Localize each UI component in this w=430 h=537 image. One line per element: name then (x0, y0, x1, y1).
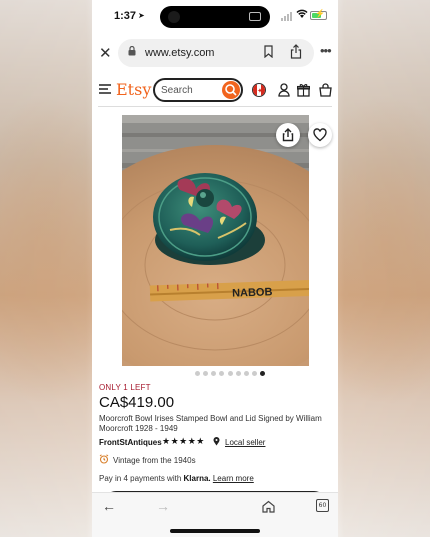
wifi-icon (296, 9, 308, 22)
heart-icon (313, 128, 327, 142)
lock-icon (128, 46, 136, 56)
signal-icon (281, 12, 292, 21)
search-input[interactable]: Search (153, 78, 243, 102)
carousel-dot[interactable] (243, 371, 249, 376)
share-image-button[interactable] (276, 123, 300, 147)
stock-badge: ONLY 1 LEFT (99, 383, 151, 392)
location-arrow-icon: ➤ (138, 11, 145, 20)
menu-icon[interactable] (99, 84, 111, 94)
location-pin-icon (213, 437, 220, 446)
dynamic-island (160, 6, 270, 28)
seller-link[interactable]: FrontStAntiques (99, 438, 162, 447)
home-indicator (170, 529, 260, 533)
canada-flag-icon[interactable]: ✦ (252, 83, 266, 97)
address-bar[interactable]: www.etsy.com (118, 39, 314, 67)
etsy-logo[interactable]: Etsy (116, 80, 151, 99)
browser-url-row: ✕ www.etsy.com ••• (92, 38, 338, 68)
local-seller-link[interactable]: Local seller (225, 438, 265, 447)
screen-mirror-icon (249, 12, 261, 21)
etsy-header: Etsy Search ✦ (92, 74, 338, 106)
more-icon[interactable]: ••• (320, 43, 332, 58)
forward-arrow-icon[interactable]: → (156, 498, 170, 514)
carousel-dot[interactable] (260, 371, 266, 376)
image-carousel-dots[interactable] (92, 371, 338, 377)
rating-stars[interactable]: ★★★★★ (162, 436, 205, 447)
carousel-dot[interactable] (202, 371, 208, 376)
pay-prefix: Pay in 4 payments with (99, 474, 182, 483)
tabs-icon[interactable]: 60 (316, 499, 329, 512)
status-bar: 1:37 ➤ ⚡ (92, 0, 338, 34)
search-icon (225, 84, 237, 96)
share-icon (282, 128, 294, 142)
carousel-dot[interactable] (219, 371, 225, 376)
carousel-dot[interactable] (252, 371, 258, 376)
learn-more-link[interactable]: Learn more (213, 474, 254, 483)
carousel-dot[interactable] (227, 371, 233, 376)
gift-icon[interactable] (297, 83, 310, 97)
carousel-dot[interactable] (235, 371, 241, 376)
close-icon[interactable]: ✕ (99, 44, 112, 62)
search-placeholder: Search (161, 85, 193, 96)
bag-icon[interactable] (319, 83, 332, 97)
user-icon[interactable] (278, 83, 290, 97)
bookmark-icon[interactable] (264, 45, 273, 58)
price: CA$419.00 (99, 394, 175, 411)
battery-charging-icon: ⚡ (310, 9, 327, 20)
vintage-label: Vintage from the 1940s (113, 456, 196, 465)
camera-icon (168, 11, 180, 23)
share-icon[interactable] (290, 44, 302, 59)
bowl-photo-illustration: NABOB (122, 115, 309, 366)
product-title: Moorcroft Bowl Irises Stamped Bowl and L… (99, 414, 322, 433)
svg-text:NABOB: NABOB (232, 286, 273, 299)
carousel-dot[interactable] (194, 371, 200, 376)
search-button[interactable] (222, 81, 240, 99)
back-arrow-icon[interactable]: ← (102, 498, 116, 514)
carousel-dot[interactable] (211, 371, 217, 376)
clock: 1:37 (114, 10, 137, 22)
url-text: www.etsy.com (145, 47, 215, 59)
product-image[interactable]: NABOB (122, 115, 309, 366)
header-divider (98, 106, 332, 107)
favorite-button[interactable] (308, 123, 332, 147)
phone-screen: 1:37 ➤ ⚡ ✕ www.etsy.com ••• Etsy Search … (92, 0, 338, 537)
klarna-pay-info: Pay in 4 payments with Klarna. Learn mor… (99, 474, 254, 483)
home-icon[interactable] (262, 500, 275, 513)
alarm-clock-icon (99, 454, 109, 464)
klarna-brand: Klarna. (183, 474, 211, 483)
